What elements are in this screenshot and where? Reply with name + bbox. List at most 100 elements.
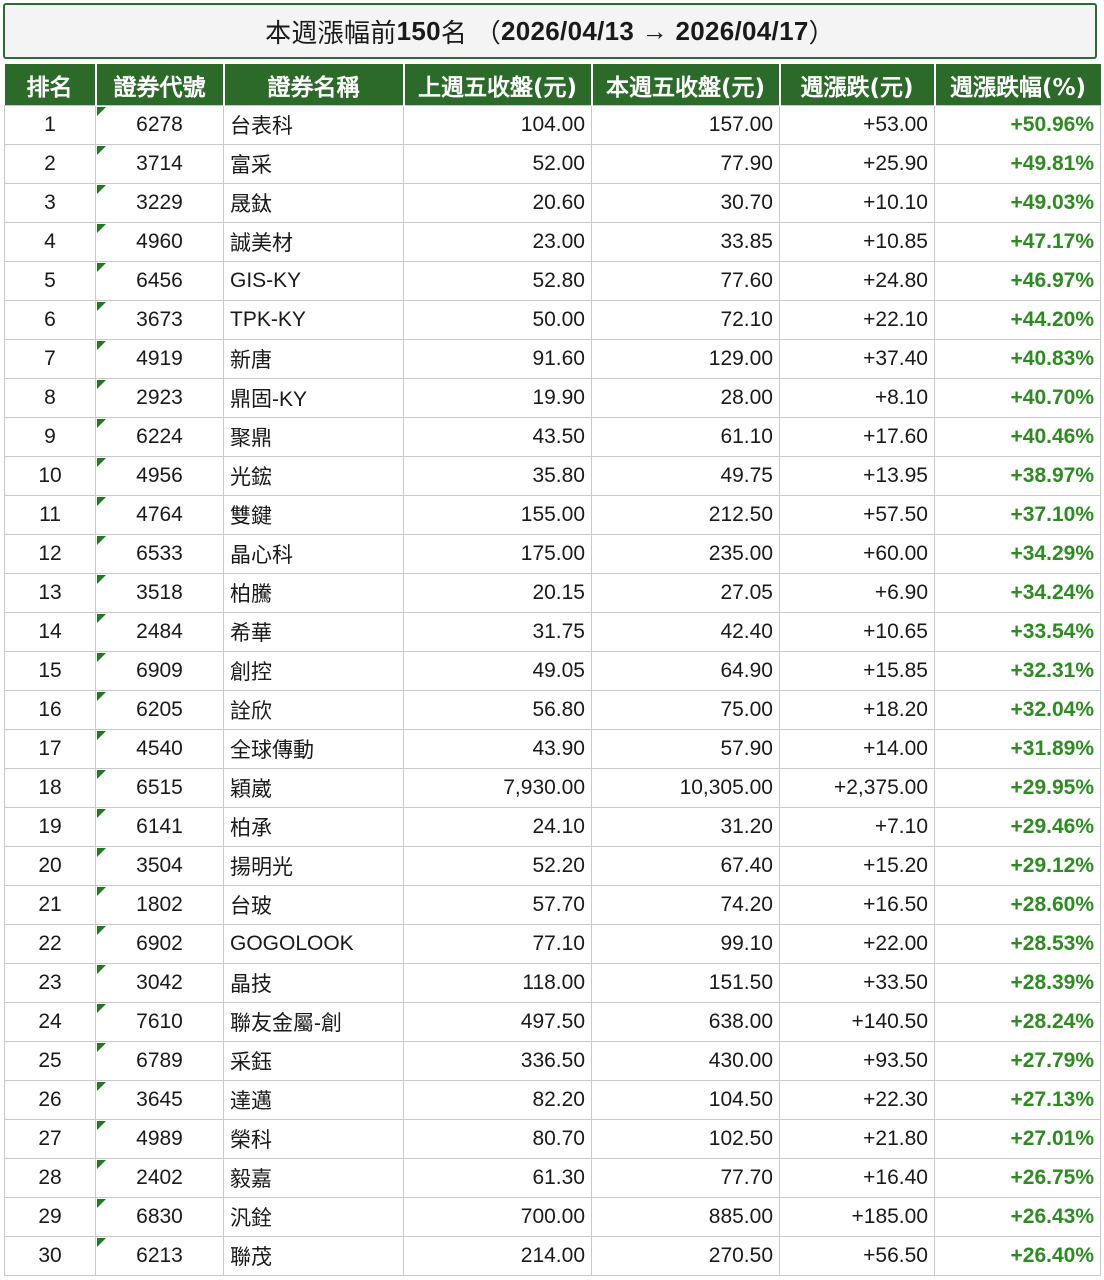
- prev-close-cell[interactable]: 91.60: [403, 339, 592, 379]
- change-pct-cell[interactable]: +33.54%: [934, 612, 1101, 652]
- name-cell[interactable]: 毅嘉: [223, 1158, 404, 1198]
- change-cell[interactable]: +13.95: [779, 456, 935, 496]
- rank-cell[interactable]: 4: [4, 222, 96, 262]
- prev-close-cell[interactable]: 35.80: [403, 456, 592, 496]
- change-cell[interactable]: +185.00: [779, 1197, 935, 1237]
- prev-close-cell[interactable]: 82.20: [403, 1080, 592, 1120]
- change-cell[interactable]: +14.00: [779, 729, 935, 769]
- prev-close-cell[interactable]: 31.75: [403, 612, 592, 652]
- change-pct-cell[interactable]: +34.24%: [934, 573, 1101, 613]
- change-pct-cell[interactable]: +27.79%: [934, 1041, 1101, 1081]
- header-curr-close[interactable]: 本週五收盤(元): [591, 64, 781, 106]
- name-cell[interactable]: 富采: [223, 144, 404, 184]
- name-cell[interactable]: 新唐: [223, 339, 404, 379]
- curr-close-cell[interactable]: 31.20: [591, 807, 780, 847]
- curr-close-cell[interactable]: 212.50: [591, 495, 780, 535]
- rank-cell[interactable]: 16: [4, 690, 96, 730]
- code-cell[interactable]: 6205: [95, 690, 224, 730]
- name-cell[interactable]: GIS-KY: [223, 261, 404, 301]
- name-cell[interactable]: GOGOLOOK: [223, 924, 404, 964]
- name-cell[interactable]: 榮科: [223, 1119, 404, 1159]
- change-pct-cell[interactable]: +28.24%: [934, 1002, 1101, 1042]
- curr-close-cell[interactable]: 64.90: [591, 651, 780, 691]
- change-pct-cell[interactable]: +34.29%: [934, 534, 1101, 574]
- code-cell[interactable]: 6533: [95, 534, 224, 574]
- curr-close-cell[interactable]: 129.00: [591, 339, 780, 379]
- code-cell[interactable]: 2484: [95, 612, 224, 652]
- prev-close-cell[interactable]: 49.05: [403, 651, 592, 691]
- name-cell[interactable]: 聯茂: [223, 1236, 404, 1276]
- rank-cell[interactable]: 30: [4, 1236, 96, 1276]
- change-pct-cell[interactable]: +40.70%: [934, 378, 1101, 418]
- curr-close-cell[interactable]: 27.05: [591, 573, 780, 613]
- prev-close-cell[interactable]: 50.00: [403, 300, 592, 340]
- code-cell[interactable]: 1802: [95, 885, 224, 925]
- code-cell[interactable]: 6456: [95, 261, 224, 301]
- code-cell[interactable]: 6515: [95, 768, 224, 808]
- change-pct-cell[interactable]: +28.39%: [934, 963, 1101, 1003]
- prev-close-cell[interactable]: 118.00: [403, 963, 592, 1003]
- curr-close-cell[interactable]: 99.10: [591, 924, 780, 964]
- code-cell[interactable]: 6278: [95, 105, 224, 145]
- curr-close-cell[interactable]: 74.20: [591, 885, 780, 925]
- rank-cell[interactable]: 12: [4, 534, 96, 574]
- prev-close-cell[interactable]: 61.30: [403, 1158, 592, 1198]
- rank-cell[interactable]: 18: [4, 768, 96, 808]
- name-cell[interactable]: TPK-KY: [223, 300, 404, 340]
- name-cell[interactable]: 鼎固-KY: [223, 378, 404, 418]
- change-pct-cell[interactable]: +26.43%: [934, 1197, 1101, 1237]
- code-cell[interactable]: 3229: [95, 183, 224, 223]
- curr-close-cell[interactable]: 42.40: [591, 612, 780, 652]
- change-pct-cell[interactable]: +47.17%: [934, 222, 1101, 262]
- name-cell[interactable]: 台表科: [223, 105, 404, 145]
- change-pct-cell[interactable]: +32.31%: [934, 651, 1101, 691]
- name-cell[interactable]: 聯友金屬-創: [223, 1002, 404, 1042]
- change-pct-cell[interactable]: +28.53%: [934, 924, 1101, 964]
- curr-close-cell[interactable]: 28.00: [591, 378, 780, 418]
- code-cell[interactable]: 6902: [95, 924, 224, 964]
- code-cell[interactable]: 6213: [95, 1236, 224, 1276]
- name-cell[interactable]: 達邁: [223, 1080, 404, 1120]
- name-cell[interactable]: 創控: [223, 651, 404, 691]
- name-cell[interactable]: 晶技: [223, 963, 404, 1003]
- rank-cell[interactable]: 28: [4, 1158, 96, 1198]
- name-cell[interactable]: 誠美材: [223, 222, 404, 262]
- change-pct-cell[interactable]: +29.95%: [934, 768, 1101, 808]
- rank-cell[interactable]: 27: [4, 1119, 96, 1159]
- code-cell[interactable]: 6789: [95, 1041, 224, 1081]
- code-cell[interactable]: 4540: [95, 729, 224, 769]
- rank-cell[interactable]: 15: [4, 651, 96, 691]
- name-cell[interactable]: 汎銓: [223, 1197, 404, 1237]
- curr-close-cell[interactable]: 235.00: [591, 534, 780, 574]
- name-cell[interactable]: 晶心科: [223, 534, 404, 574]
- curr-close-cell[interactable]: 57.90: [591, 729, 780, 769]
- prev-close-cell[interactable]: 155.00: [403, 495, 592, 535]
- code-cell[interactable]: 3504: [95, 846, 224, 886]
- change-pct-cell[interactable]: +37.10%: [934, 495, 1101, 535]
- curr-close-cell[interactable]: 151.50: [591, 963, 780, 1003]
- rank-cell[interactable]: 5: [4, 261, 96, 301]
- curr-close-cell[interactable]: 77.60: [591, 261, 780, 301]
- prev-close-cell[interactable]: 19.90: [403, 378, 592, 418]
- code-cell[interactable]: 6141: [95, 807, 224, 847]
- header-rank[interactable]: 排名: [4, 64, 97, 106]
- change-pct-cell[interactable]: +32.04%: [934, 690, 1101, 730]
- change-cell[interactable]: +17.60: [779, 417, 935, 457]
- change-cell[interactable]: +7.10: [779, 807, 935, 847]
- rank-cell[interactable]: 9: [4, 417, 96, 457]
- name-cell[interactable]: 全球傳動: [223, 729, 404, 769]
- change-cell[interactable]: +10.85: [779, 222, 935, 262]
- curr-close-cell[interactable]: 77.90: [591, 144, 780, 184]
- change-pct-cell[interactable]: +46.97%: [934, 261, 1101, 301]
- change-cell[interactable]: +60.00: [779, 534, 935, 574]
- rank-cell[interactable]: 26: [4, 1080, 96, 1120]
- rank-cell[interactable]: 7: [4, 339, 96, 379]
- sheet-title[interactable]: 本週漲幅前 150 名 （2026/04/13 → 2026/04/17）: [3, 3, 1097, 59]
- change-cell[interactable]: +93.50: [779, 1041, 935, 1081]
- curr-close-cell[interactable]: 104.50: [591, 1080, 780, 1120]
- code-cell[interactable]: 2923: [95, 378, 224, 418]
- change-cell[interactable]: +57.50: [779, 495, 935, 535]
- rank-cell[interactable]: 6: [4, 300, 96, 340]
- change-cell[interactable]: +140.50: [779, 1002, 935, 1042]
- name-cell[interactable]: 柏騰: [223, 573, 404, 613]
